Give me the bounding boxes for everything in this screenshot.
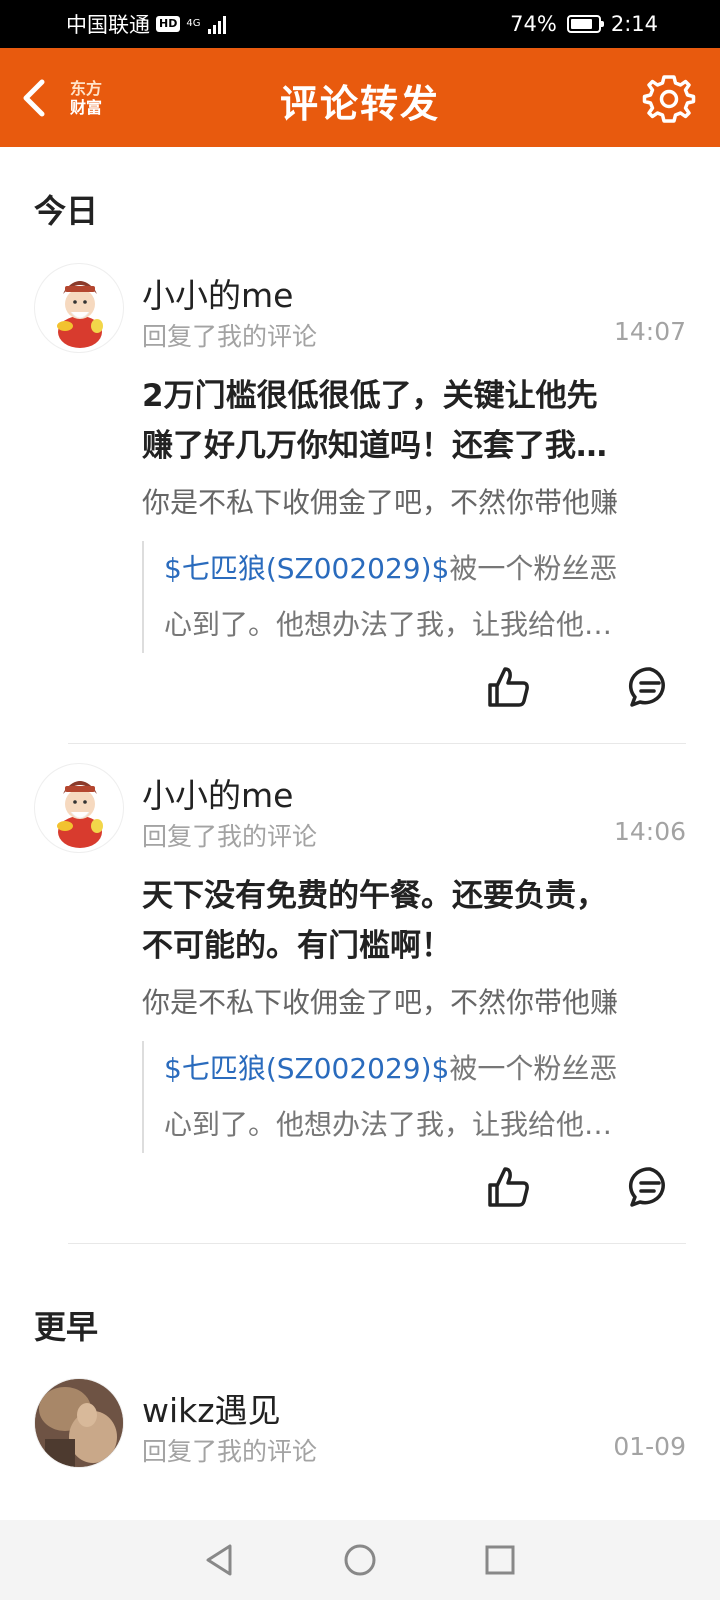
reply-line: 赚了好几万你知道吗！还套了我… (142, 428, 607, 464)
stock-link[interactable]: $七匹狼(SZ002029)$ (164, 552, 449, 585)
status-bar-left: 中国联通 HD 4G (66, 9, 227, 39)
quoted-post[interactable]: $七匹狼(SZ002029)$被一个粉丝恶 心到了。他想办法了我，让我给他… (142, 1041, 652, 1153)
username[interactable]: 小小的me (142, 769, 293, 817)
square-recents-icon[interactable] (480, 1540, 520, 1580)
photo-avatar-icon (35, 1379, 123, 1467)
status-bar: 中国联通 HD 4G 74% 2:14 (0, 0, 720, 48)
page-title: 评论转发 (279, 82, 440, 126)
battery-icon (566, 15, 604, 33)
quote-line: $七匹狼(SZ002029)$被一个粉丝恶 (164, 541, 652, 597)
quote-text: 被一个粉丝恶 (449, 552, 618, 585)
quote-line: 心到了。他想办法了我，让我给他… (164, 608, 613, 641)
reply-content[interactable]: 2万门槛很低很低了，关键让他先 赚了好几万你知道吗！还套了我… (142, 371, 682, 471)
notification-item[interactable]: 小小的me 回复了我的评论 14:07 2万门槛很低很低了，关键让他先 赚了好几… (0, 263, 720, 743)
stock-link[interactable]: $七匹狼(SZ002029)$ (164, 1052, 449, 1085)
quoted-post[interactable]: $七匹狼(SZ002029)$被一个粉丝恶 心到了。他想办法了我，让我给他… (142, 541, 652, 653)
action-text: 回复了我的评论 (142, 822, 318, 851)
reply-line: 天下没有免费的午餐。还要负责， (142, 878, 607, 914)
circle-home-icon[interactable] (340, 1540, 380, 1580)
avatar[interactable] (34, 263, 124, 353)
network-type: 4G (186, 18, 201, 29)
battery-fill (570, 19, 592, 29)
comment-icon[interactable] (628, 665, 672, 709)
hd-badge: HD (156, 16, 181, 32)
battery-percent: 74% (510, 12, 557, 36)
reply-line: 不可能的。有门槛啊！ (142, 928, 452, 964)
action-text: 回复了我的评论 (142, 1437, 318, 1466)
section-title-earlier: 更早 (34, 1308, 99, 1346)
divider (68, 1243, 686, 1244)
clock: 2:14 (610, 12, 658, 36)
thumbs-up-icon[interactable] (486, 1165, 530, 1209)
status-bar-right: 74% 2:14 (510, 12, 658, 36)
quote-line: 心到了。他想办法了我，让我给他… (164, 1108, 613, 1141)
gear-icon[interactable] (642, 72, 696, 126)
timestamp: 01-09 (613, 1432, 686, 1461)
my-comment[interactable]: 你是不私下收佣金了吧，不然你带他赚 (142, 981, 688, 1021)
username[interactable]: 小小的me (142, 269, 293, 317)
divider (68, 743, 686, 744)
timestamp: 14:06 (613, 817, 686, 846)
signal-icon (208, 14, 227, 34)
thumbs-up-icon[interactable] (486, 665, 530, 709)
god-of-wealth-avatar-icon (57, 281, 103, 348)
timestamp: 14:07 (613, 317, 686, 346)
reply-content[interactable]: 天下没有免费的午餐。还要负责， 不可能的。有门槛啊！ (142, 871, 682, 971)
avatar[interactable] (34, 763, 124, 853)
username[interactable]: wikz遇见 (142, 1384, 281, 1432)
quote-text: 被一个粉丝恶 (449, 1052, 618, 1085)
triangle-back-icon[interactable] (200, 1540, 240, 1580)
avatar[interactable] (34, 1378, 124, 1468)
carrier-name: 中国联通 (66, 13, 150, 37)
notification-item[interactable]: 小小的me 回复了我的评论 14:06 天下没有免费的午餐。还要负责， 不可能的… (0, 763, 720, 1243)
app-header: 东方 财富 评论转发 (0, 48, 720, 147)
system-nav-bar (0, 1520, 720, 1600)
god-of-wealth-avatar-icon (57, 781, 103, 848)
notification-item[interactable]: wikz遇见 回复了我的评论 01-09 (0, 1378, 720, 1488)
section-title-today: 今日 (34, 192, 99, 230)
quote-line: $七匹狼(SZ002029)$被一个粉丝恶 (164, 1041, 652, 1097)
my-comment[interactable]: 你是不私下收佣金了吧，不然你带他赚 (142, 481, 688, 521)
reply-line: 2万门槛很低很低了，关键让他先 (142, 378, 598, 414)
comment-icon[interactable] (628, 1165, 672, 1209)
action-text: 回复了我的评论 (142, 322, 318, 351)
